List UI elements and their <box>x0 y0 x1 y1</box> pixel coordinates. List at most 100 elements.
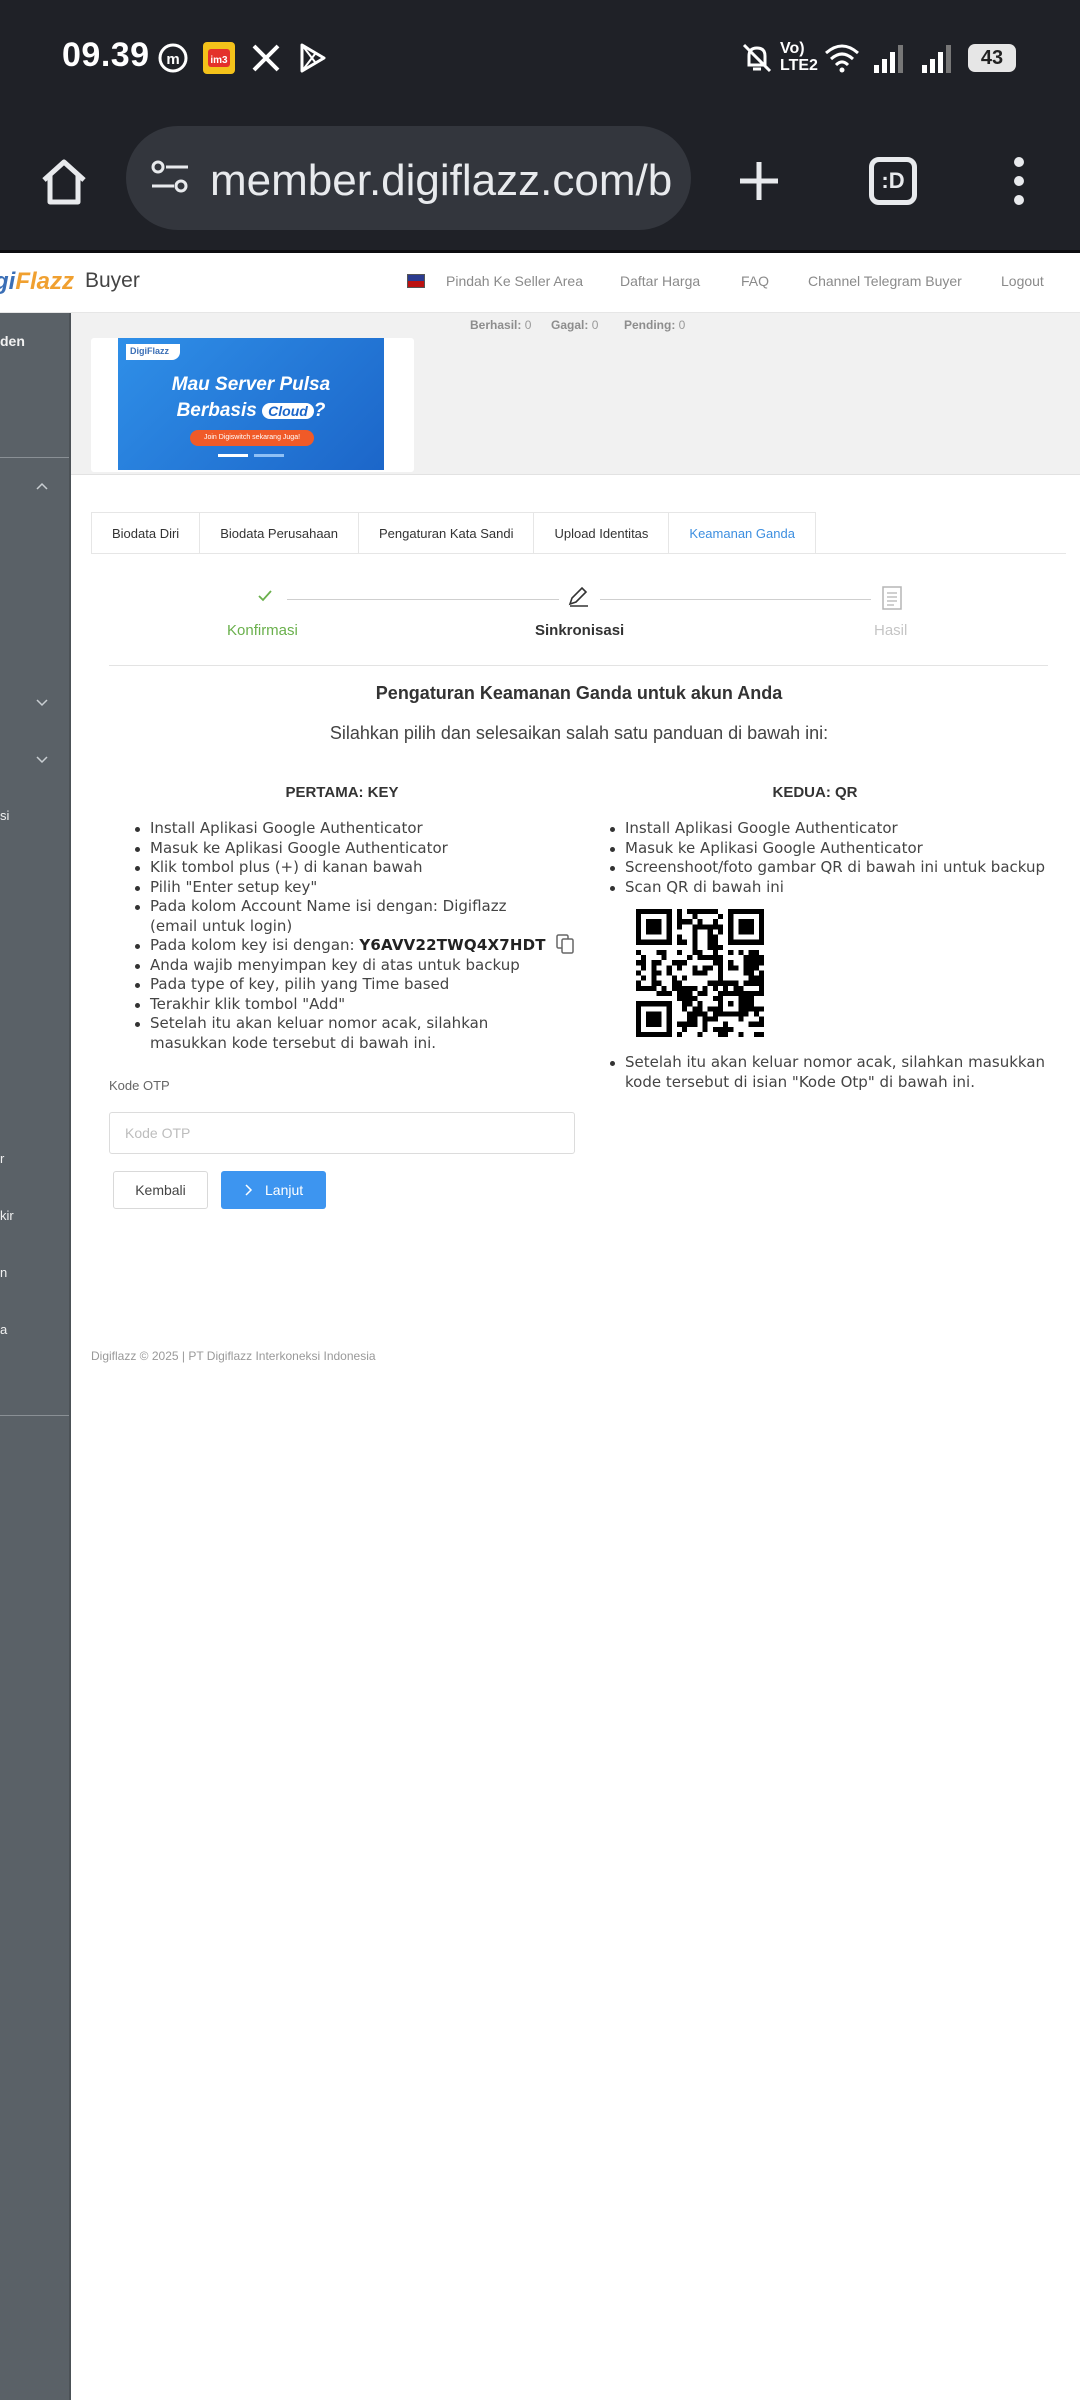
step-connector <box>287 599 559 600</box>
carousel-dot[interactable] <box>254 454 284 457</box>
sidebar-item-transaksi[interactable]: si <box>0 808 9 823</box>
svg-text:m: m <box>166 51 179 68</box>
list-item: Setelah itu akan keluar nomor acak, sila… <box>610 1053 1051 1092</box>
tab-switcher-button[interactable]: :D <box>864 152 922 210</box>
banner-headline: Mau Server Pulsa <box>171 374 331 395</box>
list-item: Screenshoot/foto gambar QR di bawah ini … <box>610 858 1051 878</box>
sidebar-item-profile[interactable]: den <box>0 333 25 349</box>
tab-count: :D <box>869 157 917 205</box>
steps-divider <box>109 665 1048 666</box>
list-item: Anda wajib menyimpan key di atas untuk b… <box>135 956 556 976</box>
list-item: Install Aplikasi Google Authenticator <box>610 819 1051 839</box>
document-icon <box>882 586 902 614</box>
banner-cta: Join Digiswitch sekarang Juga! <box>190 430 314 446</box>
flag-icon <box>407 274 425 288</box>
stat-pending: Pending: 0 <box>624 318 686 332</box>
more-menu-icon[interactable] <box>1002 150 1036 212</box>
step-hasil: Hasil <box>874 622 908 639</box>
signal-icon-2 <box>920 40 952 76</box>
sidebar-item-kir[interactable]: kir <box>0 1208 14 1223</box>
step-sinkronisasi: Sinkronisasi <box>535 622 625 639</box>
list-item: Terakhir klik tombol "Add" <box>135 995 556 1015</box>
network-label: Vo) LTE2 <box>780 40 818 74</box>
wifi-icon <box>824 40 860 76</box>
list-item: Pada type of key, pilih yang Time based <box>135 975 556 995</box>
step-konfirmasi: Konfirmasi <box>227 622 298 639</box>
sidebar-divider <box>0 1415 69 1416</box>
notifications-off-icon <box>740 40 774 76</box>
mail-app-icon: m <box>156 40 190 76</box>
qr-steps-list: Install Aplikasi Google Authenticator Ma… <box>610 819 1051 898</box>
sidebar-item-r[interactable]: r <box>0 1151 4 1166</box>
list-item: Pada kolom key isi dengan: Y6AVV22TWQ4X7… <box>135 936 556 956</box>
list-item: Install Aplikasi Google Authenticator <box>135 819 556 839</box>
page-subheading: Silahkan pilih dan selesaikan salah satu… <box>329 723 829 743</box>
svg-text:im3: im3 <box>210 55 228 66</box>
list-item: Masuk ke Aplikasi Google Authenticator <box>135 839 556 859</box>
tab-biodata-perusahaan[interactable]: Biodata Perusahaan <box>199 512 359 554</box>
sidebar-divider <box>0 457 69 458</box>
list-item: Setelah itu akan keluar nomor acak, sila… <box>135 1014 556 1053</box>
list-item: Klik tombol plus (+) di kanan bawah <box>135 858 556 878</box>
otp-input[interactable] <box>109 1112 575 1154</box>
qr-after-list: Setelah itu akan keluar nomor acak, sila… <box>610 1053 1051 1092</box>
tab-keamanan-ganda[interactable]: Keamanan Ganda <box>668 512 816 554</box>
nav-logout[interactable]: Logout <box>1001 273 1044 289</box>
list-item: Pilih "Enter setup key" <box>135 878 556 898</box>
new-tab-icon[interactable] <box>730 152 788 210</box>
sidebar: den si r kir n a <box>0 313 71 2400</box>
im3-app-icon: im3 <box>202 40 236 76</box>
play-store-icon <box>296 40 328 76</box>
list-item: Scan QR di bawah ini <box>610 878 1051 898</box>
key-section-title: PERTAMA: KEY <box>285 784 399 801</box>
list-item: Pada kolom Account Name isi dengan: Digi… <box>135 897 556 936</box>
nav-faq[interactable]: FAQ <box>741 273 769 289</box>
edit-icon <box>566 584 590 612</box>
check-icon <box>257 588 273 607</box>
footer: Digiflazz © 2025 | PT Digiflazz Interkon… <box>91 1349 376 1363</box>
promo-banner[interactable]: DigiFlazz Mau Server Pulsa Berbasis Clou… <box>118 338 384 470</box>
x-app-icon <box>250 40 282 76</box>
chevron-up-icon[interactable] <box>36 479 48 493</box>
nav-telegram-channel[interactable]: Channel Telegram Buyer <box>808 273 962 289</box>
signal-icon-1 <box>872 40 904 76</box>
step-connector <box>600 599 871 600</box>
next-button-label: Lanjut <box>265 1182 304 1198</box>
key-steps-list: Install Aplikasi Google Authenticator Ma… <box>135 819 556 1053</box>
logo-suffix: Buyer <box>85 269 140 292</box>
page-heading: Pengaturan Keamanan Ganda untuk akun And… <box>375 683 783 703</box>
chevron-right-icon <box>243 1171 253 1209</box>
home-icon[interactable] <box>36 154 92 210</box>
secret-key: Y6AVV22TWQ4X7HDT <box>359 936 546 954</box>
chevron-down-icon[interactable] <box>36 753 48 767</box>
chevron-down-icon[interactable] <box>36 696 48 710</box>
stat-success: Berhasil: 0 <box>470 318 532 332</box>
qr-code <box>636 909 764 1037</box>
nav-seller-area[interactable]: Pindah Ke Seller Area <box>446 273 583 289</box>
banner-logo: DigiFlazz <box>126 344 180 360</box>
sidebar-item-a[interactable]: a <box>0 1322 7 1337</box>
back-button[interactable]: Kembali <box>113 1171 208 1209</box>
status-bar: 09.39 m im3 Vo) LTE2 43 <box>0 0 1080 112</box>
battery-indicator: 43 <box>968 44 1016 72</box>
site-header: giFlazz Buyer Pindah Ke Seller Area Daft… <box>0 253 1080 313</box>
otp-label: Kode OTP <box>109 1078 170 1093</box>
stat-failed: Gagal: 0 <box>551 318 599 332</box>
list-item: Masuk ke Aplikasi Google Authenticator <box>610 839 1051 859</box>
banner-subheadline: Berbasis Cloud? <box>176 400 326 421</box>
carousel-dot-active[interactable] <box>218 454 248 457</box>
next-button[interactable]: Lanjut <box>221 1171 326 1209</box>
copy-icon[interactable] <box>556 934 574 954</box>
browser-toolbar: member.digiflazz.com/b :D <box>0 112 1080 252</box>
site-settings-icon[interactable] <box>148 156 192 204</box>
address-bar[interactable]: member.digiflazz.com/b <box>126 126 691 230</box>
sidebar-item-n[interactable]: n <box>0 1265 7 1280</box>
url-text[interactable]: member.digiflazz.com/b <box>210 156 672 206</box>
tab-biodata-diri[interactable]: Biodata Diri <box>91 512 200 554</box>
nav-price-list[interactable]: Daftar Harga <box>620 273 700 289</box>
tab-upload-identitas[interactable]: Upload Identitas <box>533 512 669 554</box>
qr-section-title: KEDUA: QR <box>772 784 858 801</box>
tab-pengaturan-kata-sandi[interactable]: Pengaturan Kata Sandi <box>358 512 534 554</box>
tabs-divider <box>91 553 1066 554</box>
site-logo[interactable]: giFlazz <box>0 268 74 296</box>
